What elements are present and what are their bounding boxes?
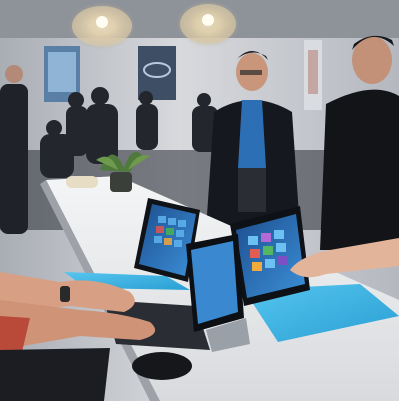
pendant-lamp-left-bulb <box>96 16 108 28</box>
photo-stage <box>0 0 399 401</box>
wall-poster-right-inner <box>308 50 318 94</box>
mouse <box>132 352 192 380</box>
tablet-center-tiles <box>154 216 186 247</box>
wall-poster-left-inner <box>48 52 76 92</box>
person-left-edge <box>0 65 28 234</box>
tablet-right-tiles <box>248 230 288 271</box>
pendant-lamp-right-bulb <box>202 14 214 26</box>
snack-plate <box>66 176 98 188</box>
dark-sleeve <box>0 348 110 401</box>
event-photo <box>0 0 399 401</box>
